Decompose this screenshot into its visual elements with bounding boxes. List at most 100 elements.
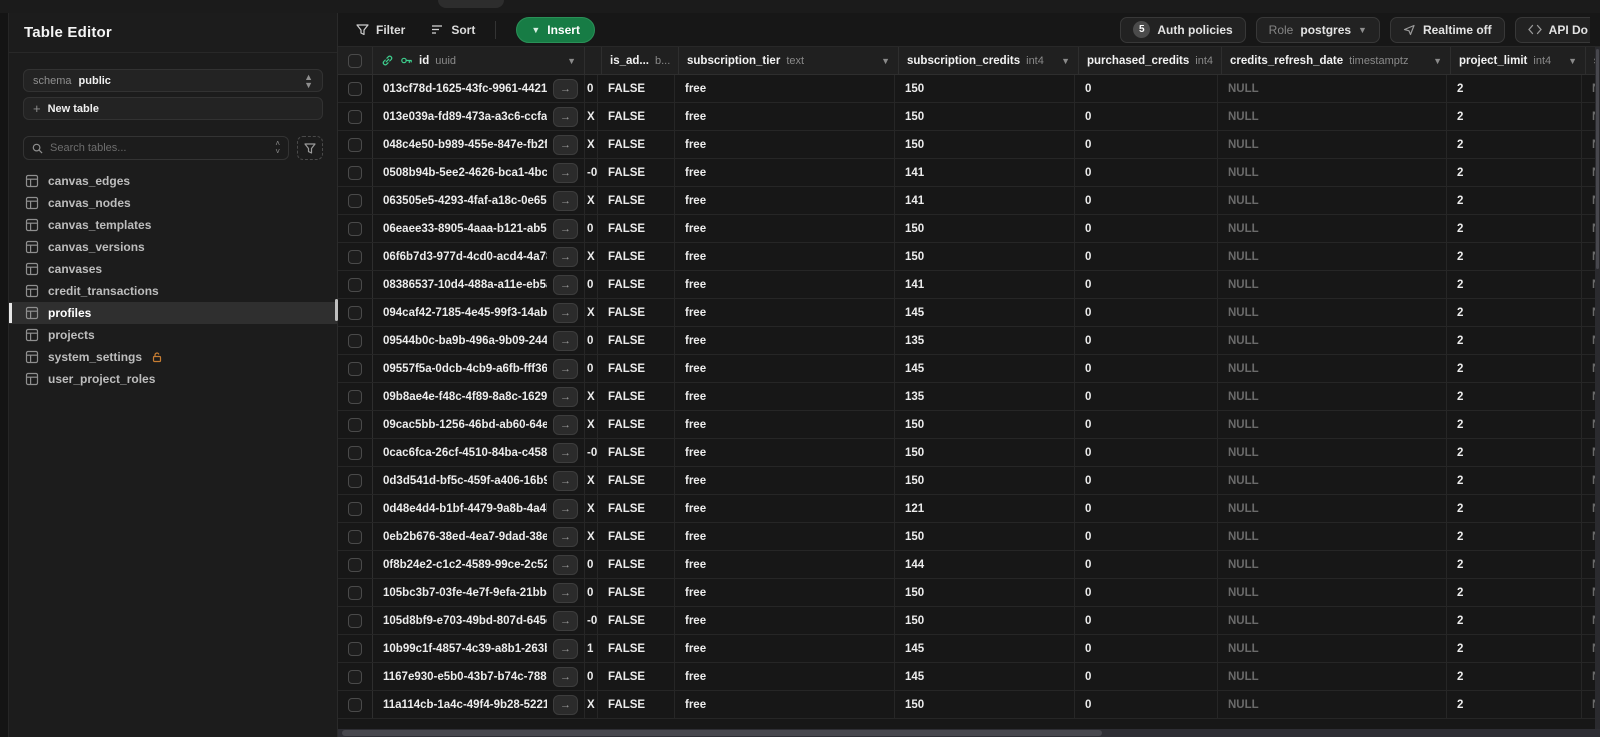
cell-sub_credits[interactable]: 150: [895, 215, 1075, 242]
cell-refresh[interactable]: NULL: [1218, 523, 1447, 550]
expand-row-button[interactable]: →: [553, 358, 578, 379]
sort-button[interactable]: Sort: [431, 23, 475, 37]
cell-clip[interactable]: X: [585, 299, 598, 326]
row-checkbox[interactable]: [348, 613, 362, 628]
expand-row-button[interactable]: →: [553, 190, 578, 211]
row-checkbox[interactable]: [348, 277, 362, 292]
row-checkbox[interactable]: [348, 445, 362, 460]
cell-refresh[interactable]: NULL: [1218, 635, 1447, 662]
cell-clip[interactable]: X: [585, 691, 598, 718]
cell-purchased[interactable]: 0: [1075, 551, 1218, 578]
expand-row-button[interactable]: →: [553, 162, 578, 183]
cell-tier[interactable]: free: [675, 691, 895, 718]
cell-sub_credits[interactable]: 150: [895, 75, 1075, 102]
cell-sub_credits[interactable]: 145: [895, 663, 1075, 690]
row-checkbox[interactable]: [348, 333, 362, 348]
cell-sub_credits[interactable]: 141: [895, 187, 1075, 214]
expand-row-button[interactable]: →: [553, 666, 578, 687]
chevrons-expand-icon[interactable]: ˄ ˅: [275, 140, 280, 156]
expand-row-button[interactable]: →: [553, 526, 578, 547]
cell-purchased[interactable]: 0: [1075, 523, 1218, 550]
role-select-button[interactable]: Role postgres ▼: [1255, 16, 1380, 43]
cell-purchased[interactable]: 0: [1075, 635, 1218, 662]
cell-is_admin[interactable]: FALSE: [598, 243, 675, 270]
cell-purchased[interactable]: 0: [1075, 215, 1218, 242]
sidebar-item-canvas_edges[interactable]: canvas_edges: [9, 170, 337, 192]
cell-is_admin[interactable]: FALSE: [598, 131, 675, 158]
cell-is_admin[interactable]: FALSE: [598, 299, 675, 326]
expand-row-button[interactable]: →: [553, 274, 578, 295]
cell-sub_credits[interactable]: 141: [895, 159, 1075, 186]
cell-limit[interactable]: 2: [1447, 579, 1582, 606]
cell-refresh[interactable]: NULL: [1218, 439, 1447, 466]
cell-clip[interactable]: 0: [585, 75, 598, 102]
insert-button[interactable]: ▼ Insert: [516, 16, 595, 43]
cell-refresh[interactable]: NULL: [1218, 327, 1447, 354]
cell-clip[interactable]: X: [585, 495, 598, 522]
table-filter-button[interactable]: [297, 136, 323, 160]
cell-tier[interactable]: free: [675, 271, 895, 298]
cell-limit[interactable]: 2: [1447, 467, 1582, 494]
cell-id[interactable]: 0eb2b676-38ed-4ea7-9dad-38e6... →: [373, 523, 585, 550]
cell-clip[interactable]: 0: [585, 579, 598, 606]
chevron-down-icon[interactable]: ▼: [567, 56, 576, 66]
row-checkbox[interactable]: [348, 305, 362, 320]
cell-clip[interactable]: -0: [585, 607, 598, 634]
expand-row-button[interactable]: →: [553, 302, 578, 323]
cell-limit[interactable]: 2: [1447, 271, 1582, 298]
row-checkbox[interactable]: [348, 361, 362, 376]
sidebar-item-canvases[interactable]: canvases: [9, 258, 337, 280]
cell-sub_credits[interactable]: 150: [895, 103, 1075, 130]
cell-is_admin[interactable]: FALSE: [598, 635, 675, 662]
select-all-checkbox[interactable]: [348, 53, 362, 68]
cell-limit[interactable]: 2: [1447, 691, 1582, 718]
row-checkbox[interactable]: [348, 389, 362, 404]
cell-purchased[interactable]: 0: [1075, 75, 1218, 102]
cell-refresh[interactable]: NULL: [1218, 187, 1447, 214]
cell-purchased[interactable]: 0: [1075, 439, 1218, 466]
cell-tier[interactable]: free: [675, 495, 895, 522]
cell-tier[interactable]: free: [675, 523, 895, 550]
cell-sub_credits[interactable]: 135: [895, 383, 1075, 410]
cell-is_admin[interactable]: FALSE: [598, 215, 675, 242]
cell-id[interactable]: 105bc3b7-03fe-4e7f-9efa-21bb40... →: [373, 579, 585, 606]
expand-row-button[interactable]: →: [553, 78, 578, 99]
cell-clip[interactable]: 0: [585, 327, 598, 354]
cell-tier[interactable]: free: [675, 103, 895, 130]
column-header-project_limit[interactable]: project_limit int4 ▼: [1451, 47, 1586, 74]
cell-limit[interactable]: 2: [1447, 523, 1582, 550]
cell-refresh[interactable]: NULL: [1218, 663, 1447, 690]
row-checkbox[interactable]: [348, 193, 362, 208]
cell-id[interactable]: 0508b94b-5ee2-4626-bca1-4bca... →: [373, 159, 585, 186]
cell-sub_credits[interactable]: 144: [895, 551, 1075, 578]
cell-is_admin[interactable]: FALSE: [598, 271, 675, 298]
row-checkbox[interactable]: [348, 585, 362, 600]
realtime-button[interactable]: Realtime off: [1389, 16, 1505, 43]
cell-tier[interactable]: free: [675, 411, 895, 438]
cell-clip[interactable]: X: [585, 187, 598, 214]
cell-limit[interactable]: 2: [1447, 495, 1582, 522]
cell-tier[interactable]: free: [675, 467, 895, 494]
cell-sub_credits[interactable]: 150: [895, 439, 1075, 466]
search-tables-box[interactable]: ˄˅: [23, 136, 289, 160]
row-checkbox[interactable]: [348, 81, 362, 96]
cell-clip[interactable]: 0: [585, 355, 598, 382]
schema-select[interactable]: schema public ▲ ▼: [23, 69, 323, 92]
cell-id[interactable]: 09557f5a-0dcb-4cb9-a6fb-fff366... →: [373, 355, 585, 382]
cell-id[interactable]: 09544b0c-ba9b-496a-9b09-244... →: [373, 327, 585, 354]
expand-row-button[interactable]: →: [553, 442, 578, 463]
cell-id[interactable]: 06f6b7d3-977d-4cd0-acd4-4a78... →: [373, 243, 585, 270]
cell-clip[interactable]: 0: [585, 271, 598, 298]
cell-id[interactable]: 0d3d541d-bf5c-459f-a406-16b93... →: [373, 467, 585, 494]
cell-purchased[interactable]: 0: [1075, 243, 1218, 270]
cell-sub_credits[interactable]: 145: [895, 299, 1075, 326]
row-checkbox[interactable]: [348, 697, 362, 712]
cell-clip[interactable]: X: [585, 131, 598, 158]
search-tables-input[interactable]: [50, 142, 269, 154]
cell-limit[interactable]: 2: [1447, 411, 1582, 438]
cell-refresh[interactable]: NULL: [1218, 607, 1447, 634]
cell-is_admin[interactable]: FALSE: [598, 551, 675, 578]
sidebar-item-user_project_roles[interactable]: user_project_roles: [9, 368, 337, 390]
cell-tier[interactable]: free: [675, 187, 895, 214]
cell-id[interactable]: 0d48e4d4-b1bf-4479-9a8b-4a4b... →: [373, 495, 585, 522]
